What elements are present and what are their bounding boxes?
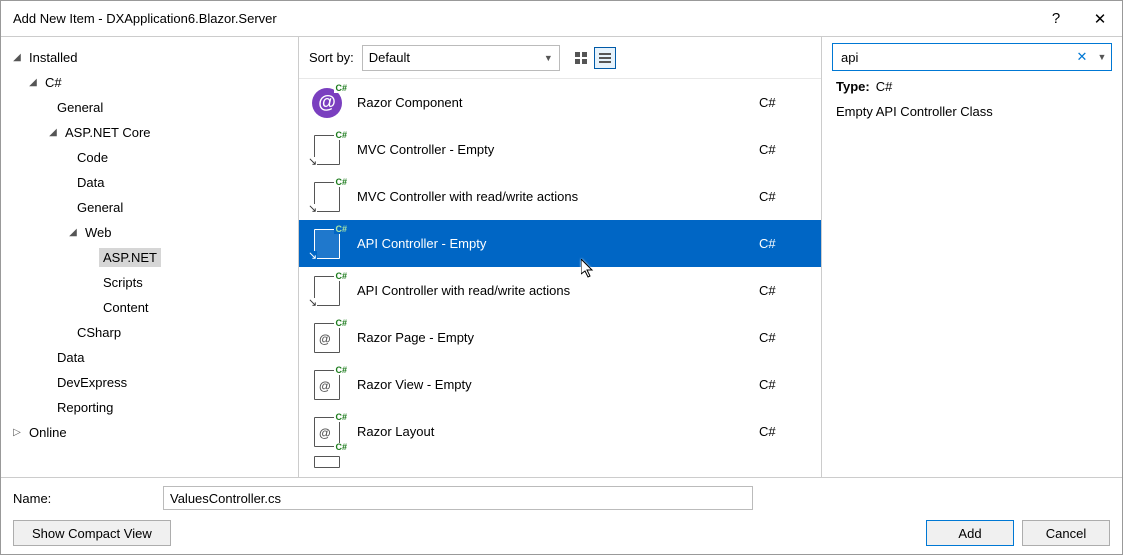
view-grid-button[interactable] — [570, 47, 592, 69]
tree-item-data2[interactable]: Data — [1, 345, 298, 370]
template-icon: C#↘ — [311, 228, 343, 260]
footer: Name: Show Compact View Add Cancel — [1, 477, 1122, 554]
template-name: Razor Layout — [357, 424, 745, 439]
template-language: C# — [759, 330, 809, 345]
tree-item-installed[interactable]: ◢Installed — [1, 45, 298, 70]
tree-item-content[interactable]: Content — [1, 295, 298, 320]
tree-item-web[interactable]: ◢Web — [1, 220, 298, 245]
titlebar: Add New Item - DXApplication6.Blazor.Ser… — [1, 1, 1122, 37]
template-icon: @C# — [311, 369, 343, 401]
template-language: C# — [759, 424, 809, 439]
template-language: C# — [759, 236, 809, 251]
cancel-button[interactable]: Cancel — [1022, 520, 1110, 546]
grid-icon — [575, 52, 587, 64]
help-button[interactable]: ? — [1034, 1, 1078, 37]
category-tree: ◢Installed ◢C# General ◢ASP.NET Core Cod… — [1, 37, 299, 477]
tree-item-devexpress[interactable]: DevExpress — [1, 370, 298, 395]
template-language: C# — [759, 283, 809, 298]
add-button[interactable]: Add — [926, 520, 1014, 546]
tree-item-aspnet[interactable]: ASP.NET — [1, 245, 298, 270]
close-button[interactable]: ✕ — [1078, 1, 1122, 37]
template-item[interactable]: @C# Razor View - Empty C# — [299, 361, 821, 408]
show-compact-view-button[interactable]: Show Compact View — [13, 520, 171, 546]
template-name: Razor Page - Empty — [357, 330, 745, 345]
tree-item-aspnetcore[interactable]: ◢ASP.NET Core — [1, 120, 298, 145]
view-mode-group — [570, 47, 616, 69]
template-name: MVC Controller with read/write actions — [357, 189, 745, 204]
details-body: Type: C# Empty API Controller Class — [832, 79, 1112, 119]
chevron-down-icon: ▼ — [544, 53, 553, 63]
template-icon: @C# — [311, 322, 343, 354]
name-input[interactable] — [163, 486, 753, 510]
button-row: Show Compact View Add Cancel — [13, 520, 1110, 546]
details-type-label: Type: — [836, 79, 870, 94]
template-language: C# — [759, 142, 809, 157]
template-language: C# — [759, 189, 809, 204]
template-icon: @C# — [311, 87, 343, 119]
sort-by-label: Sort by: — [309, 50, 354, 65]
tree-item-reporting[interactable]: Reporting — [1, 395, 298, 420]
template-icon: C#↘ — [311, 181, 343, 213]
template-panel: Sort by: Default ▼ @C#Razor ComponentC#C… — [299, 37, 822, 477]
template-name: API Controller with read/write actions — [357, 283, 745, 298]
clear-search-button[interactable]: ✕ — [1071, 49, 1093, 65]
template-list[interactable]: @C# Razor Component C# C#↘ MVC Controller - … — [299, 79, 821, 477]
search-dropdown-button[interactable]: ▼ — [1093, 52, 1111, 62]
template-name: Razor View - Empty — [357, 377, 745, 392]
template-language: C# — [759, 377, 809, 392]
template-item[interactable]: C#↘ API Controller with read/write action… — [299, 267, 821, 314]
template-name: MVC Controller - Empty — [357, 142, 745, 157]
list-icon — [599, 53, 611, 63]
tree-item-general2[interactable]: General — [1, 195, 298, 220]
details-panel: ✕ ▼ Type: C# Empty API Controller Class — [822, 37, 1122, 477]
sort-by-value: Default — [369, 50, 410, 65]
search-box[interactable]: ✕ ▼ — [832, 43, 1112, 71]
template-item[interactable]: C# — [299, 455, 821, 469]
tree-item-csharp[interactable]: ◢C# — [1, 70, 298, 95]
chevron-down-icon: ◢ — [45, 125, 61, 141]
content-area: ◢Installed ◢C# General ◢ASP.NET Core Cod… — [1, 37, 1122, 477]
tree-item-online[interactable]: ▷Online — [1, 420, 298, 445]
tree-item-data[interactable]: Data — [1, 170, 298, 195]
details-description: Empty API Controller Class — [836, 104, 1108, 119]
template-item[interactable]: C#↘ API Controller - Empty C# — [299, 220, 821, 267]
name-label: Name: — [13, 491, 153, 506]
details-type-value: C# — [876, 79, 893, 94]
chevron-right-icon: ▷ — [9, 425, 25, 441]
tree-item-code[interactable]: Code — [1, 145, 298, 170]
chevron-down-icon: ◢ — [25, 75, 41, 91]
tree-item-csharp2[interactable]: CSharp — [1, 320, 298, 345]
template-icon: C# — [311, 446, 343, 477]
add-new-item-dialog: Add New Item - DXApplication6.Blazor.Ser… — [0, 0, 1123, 555]
tree-item-scripts[interactable]: Scripts — [1, 270, 298, 295]
template-language: C# — [759, 95, 809, 110]
template-icon: C#↘ — [311, 275, 343, 307]
sort-by-dropdown[interactable]: Default ▼ — [362, 45, 560, 71]
chevron-down-icon: ◢ — [9, 50, 25, 66]
template-item[interactable]: @C# Razor Component C# — [299, 79, 821, 126]
template-name: Razor Component — [357, 95, 745, 110]
template-item[interactable]: @C#Razor LayoutC# — [299, 408, 821, 455]
name-row: Name: — [13, 486, 1110, 510]
template-name: API Controller - Empty — [357, 236, 745, 251]
search-input[interactable] — [833, 44, 1071, 70]
template-toolbar: Sort by: Default ▼ — [299, 37, 821, 79]
window-title: Add New Item - DXApplication6.Blazor.Ser… — [1, 11, 1034, 26]
tree-item-general[interactable]: General — [1, 95, 298, 120]
details-type-row: Type: C# — [836, 79, 1108, 94]
template-item[interactable]: C#↘ MVC Controller - Empty C# — [299, 126, 821, 173]
template-item[interactable]: C#↘ MVC Controller with read/write action… — [299, 173, 821, 220]
chevron-down-icon: ◢ — [65, 225, 81, 241]
template-item[interactable]: @C# Razor Page - Empty C# — [299, 314, 821, 361]
template-icon: C#↘ — [311, 134, 343, 166]
view-list-button[interactable] — [594, 47, 616, 69]
